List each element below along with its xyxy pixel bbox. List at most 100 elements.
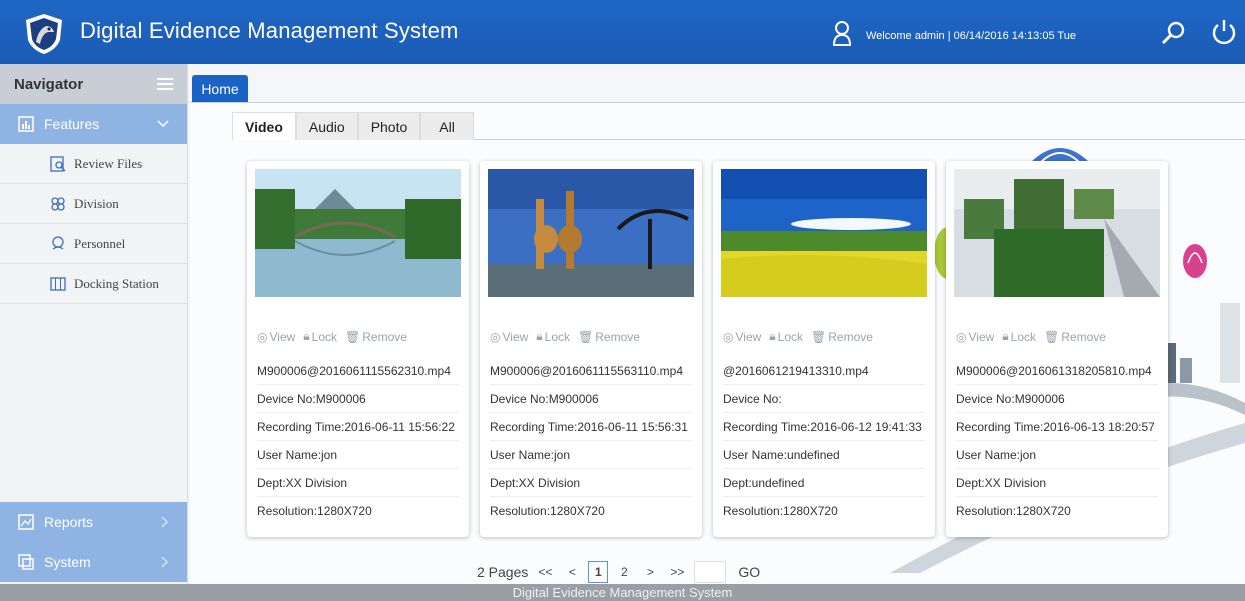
resolution: Resolution:1280X720	[956, 504, 1071, 518]
lock-icon: 🔒︎	[1002, 329, 1009, 343]
user-name: User Name:jon	[956, 441, 1158, 469]
resolution: Resolution:1280X720	[723, 504, 838, 518]
dept: Dept:undefined	[723, 469, 925, 497]
file-name: M900006@2016061115563110.mp4	[490, 357, 692, 385]
sidebar-item-division[interactable]: Division	[0, 184, 187, 224]
chevron-down-icon	[157, 120, 169, 128]
view-button[interactable]: ◎ View	[956, 329, 994, 344]
prev-page-button[interactable]: <	[562, 561, 582, 583]
navigator-header: Navigator	[0, 64, 187, 104]
review-files-icon	[50, 155, 66, 172]
view-button[interactable]: ◎ View	[257, 329, 295, 344]
lock-button[interactable]: 🔒︎ Lock	[769, 329, 803, 344]
file-name: M900006@2016061318205810.mp4	[956, 357, 1158, 385]
file-name: M900006@2016061115562310.mp4	[257, 357, 459, 385]
next-page-button[interactable]: >	[640, 561, 660, 583]
dept: Dept:XX Division	[956, 469, 1158, 497]
device-no: Device No:	[723, 385, 925, 413]
last-page-button[interactable]: >>	[666, 561, 688, 583]
resolution: Resolution:1280X720	[490, 504, 605, 518]
shield-logo-icon	[26, 14, 62, 54]
video-thumbnail[interactable]	[721, 169, 927, 297]
remove-button[interactable]: 🗑︎ Remove	[578, 329, 640, 344]
main-content: Video Audio Photo All ◎ View 🔒︎ Lock 🗑︎ Rem…	[190, 103, 1245, 584]
system-label: System	[44, 554, 91, 570]
sidebar-item-review-files[interactable]: Review Files	[0, 144, 187, 184]
eye-icon: ◎	[723, 329, 734, 344]
view-button[interactable]: ◎ View	[723, 329, 761, 344]
go-button[interactable]: GO	[732, 564, 766, 580]
page-count: 2 Pages	[477, 564, 529, 580]
recording-time: Recording Time:2016-06-11 15:56:31	[490, 413, 692, 441]
docking-station-icon	[50, 276, 66, 291]
features-section[interactable]: Features	[0, 104, 187, 144]
division-icon	[51, 196, 65, 211]
eye-icon: ◎	[490, 329, 501, 344]
lock-button[interactable]: 🔒︎ Lock	[1002, 329, 1036, 344]
video-thumbnail[interactable]	[255, 169, 461, 297]
remove-button[interactable]: 🗑︎ Remove	[1044, 329, 1106, 344]
user-name: User Name:jon	[490, 441, 692, 469]
sidebar-item-system[interactable]: System	[0, 542, 187, 582]
menu-toggle-icon[interactable]	[157, 78, 173, 90]
sidebar-item-label: Personnel	[74, 235, 126, 251]
user-name: User Name:jon	[257, 441, 459, 469]
navigator-label: Navigator	[14, 75, 84, 93]
page-1-button[interactable]: 1	[588, 561, 609, 583]
tab-photo[interactable]: Photo	[357, 112, 421, 140]
page-number-input[interactable]	[694, 561, 727, 583]
video-thumbnail[interactable]	[488, 169, 694, 297]
sidebar: Navigator Features Review Files Division	[0, 64, 188, 584]
search-icon[interactable]	[1160, 20, 1186, 46]
pagination: 2 Pages << < 1 2 > >> GO	[477, 561, 766, 583]
video-card[interactable]: ◎ View 🔒︎ Lock 🗑︎ Remove M900006@2016061115…	[480, 161, 702, 537]
trash-icon: 🗑︎	[1044, 329, 1060, 344]
resolution: Resolution:1280X720	[257, 504, 372, 518]
video-card[interactable]: ◎ View 🔒︎ Lock 🗑︎ Remove @2016061219413310.…	[713, 161, 935, 537]
lock-button[interactable]: 🔒︎ Lock	[536, 329, 570, 344]
footer: Digital Evidence Management System	[0, 584, 1245, 601]
video-card[interactable]: ◎ View 🔒︎ Lock 🗑︎ Remove M900006@2016061115…	[247, 161, 469, 537]
trash-icon: 🗑︎	[811, 329, 827, 344]
sidebar-item-docking-station[interactable]: Docking Station	[0, 264, 187, 304]
video-card[interactable]: ◎ View 🔒︎ Lock 🗑︎ Remove M900006@2016061318…	[946, 161, 1168, 537]
recording-time: Recording Time:2016-06-12 19:41:33	[723, 413, 925, 441]
user-name: User Name:undefined	[723, 441, 925, 469]
tab-video[interactable]: Video	[232, 112, 296, 140]
card-actions: ◎ View 🔒︎ Lock 🗑︎ Remove	[257, 329, 407, 344]
recording-time: Recording Time:2016-06-13 18:20:57	[956, 413, 1158, 441]
remove-button[interactable]: 🗑︎ Remove	[345, 329, 407, 344]
features-label: Features	[44, 116, 100, 132]
video-thumbnail[interactable]	[954, 169, 1160, 297]
recording-time: Recording Time:2016-06-11 15:56:22	[257, 413, 459, 441]
sidebar-item-personnel[interactable]: Personnel	[0, 224, 187, 264]
trash-icon: 🗑︎	[578, 329, 594, 344]
view-button[interactable]: ◎ View	[490, 329, 528, 344]
dept: Dept:XX Division	[490, 469, 692, 497]
remove-button[interactable]: 🗑︎ Remove	[811, 329, 873, 344]
page-2-button[interactable]: 2	[614, 561, 634, 583]
trash-icon: 🗑︎	[345, 329, 361, 344]
first-page-button[interactable]: <<	[534, 561, 556, 583]
sidebar-item-label: Docking Station	[74, 275, 159, 291]
sidebar-item-reports[interactable]: Reports	[0, 502, 187, 542]
dept: Dept:XX Division	[257, 469, 459, 497]
app-title: Digital Evidence Management System	[80, 18, 459, 43]
power-icon[interactable]	[1210, 18, 1238, 46]
chevron-right-icon	[161, 516, 169, 528]
reports-label: Reports	[44, 514, 94, 530]
tab-all[interactable]: All	[420, 112, 474, 140]
card-actions: ◎ View 🔒︎ Lock 🗑︎ Remove	[723, 329, 873, 344]
card-actions: ◎ View 🔒︎ Lock 🗑︎ Remove	[956, 329, 1106, 344]
sidebar-item-label: Division	[74, 195, 119, 211]
lock-button[interactable]: 🔒︎ Lock	[303, 329, 337, 344]
user-icon	[832, 21, 852, 46]
eye-icon: ◎	[257, 329, 268, 344]
personnel-icon	[52, 235, 64, 250]
tab-audio[interactable]: Audio	[295, 112, 358, 140]
eye-icon: ◎	[956, 329, 967, 344]
device-no: Device No:M900006	[257, 385, 459, 413]
lock-icon: 🔒︎	[303, 329, 310, 343]
top-header: Digital Evidence Management System Welco…	[0, 0, 1245, 64]
tab-home[interactable]: Home	[192, 75, 248, 103]
